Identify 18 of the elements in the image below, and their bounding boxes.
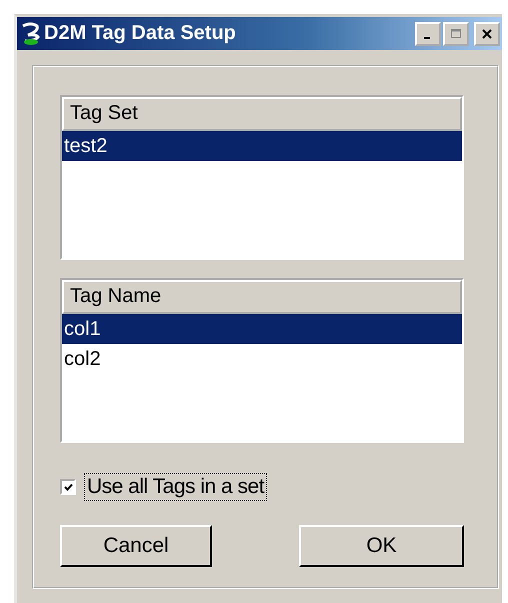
cancel-button[interactable]: Cancel [60,525,212,567]
minimize-button[interactable] [415,22,441,46]
list-item[interactable]: test2 [62,131,462,161]
close-button[interactable] [474,22,500,46]
app-logo-icon [20,22,42,46]
maximize-button[interactable] [443,22,469,46]
checkbox[interactable] [60,479,76,495]
checkbox-label[interactable]: Use all Tags in a set [84,473,268,501]
list-item[interactable]: col2 [62,344,462,374]
checkmark-icon [64,482,72,492]
minimize-icon [424,36,430,38]
list-item[interactable]: col1 [62,314,462,344]
maximize-icon [451,28,461,38]
close-icon [482,28,492,38]
column-header[interactable]: Tag Name [62,280,462,314]
ok-button[interactable]: OK [299,525,464,567]
column-header[interactable]: Tag Set [62,97,462,131]
window-title: D2M Tag Data Setup [44,22,237,45]
